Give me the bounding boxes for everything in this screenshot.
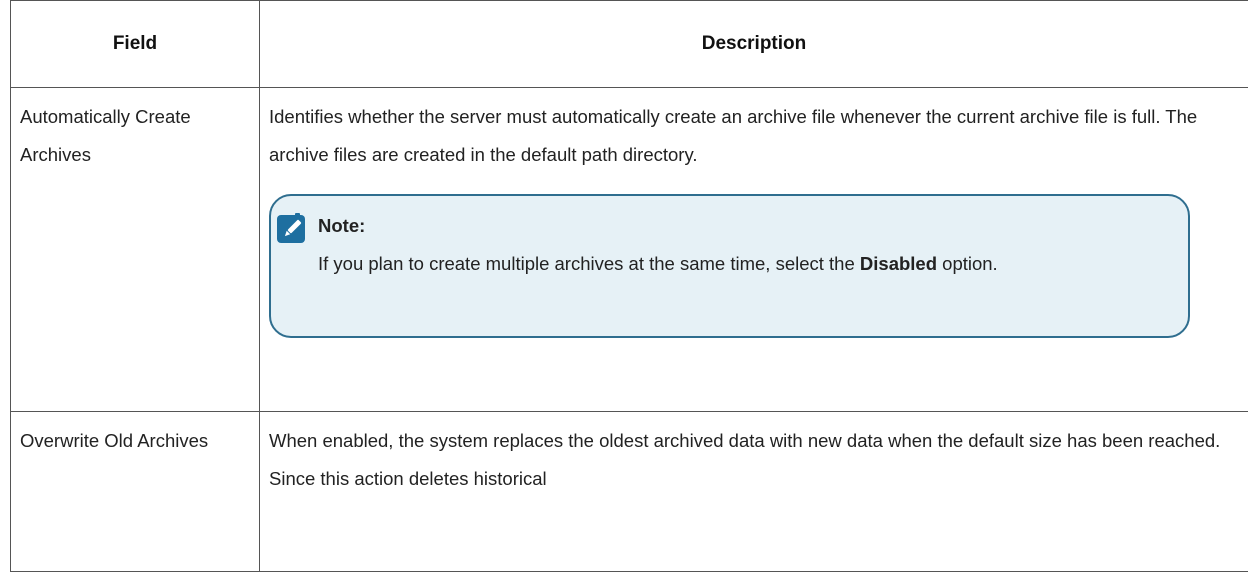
header-description: Description	[260, 1, 1248, 88]
pencil-note-icon	[277, 213, 307, 243]
description-cell: Identifies whether the server must autom…	[260, 88, 1248, 412]
note-bold-option: Disabled	[860, 253, 937, 274]
note-text-tail: option.	[937, 253, 998, 274]
note-callout: Note: If you plan to create multiple arc…	[269, 194, 1190, 338]
description-text: When enabled, the system replaces the ol…	[269, 422, 1242, 498]
fields-table: Field Description Automatically Create A…	[10, 0, 1248, 572]
table-row: Automatically Create Archives Identifies…	[11, 88, 1248, 412]
field-name-cell: Automatically Create Archives	[11, 88, 260, 412]
description-cell: When enabled, the system replaces the ol…	[260, 412, 1248, 572]
table-header-row: Field Description	[11, 1, 1248, 88]
table-row: Overwrite Old Archives When enabled, the…	[11, 412, 1248, 572]
note-title: Note:	[318, 207, 365, 245]
description-text: Identifies whether the server must autom…	[269, 98, 1242, 174]
note-text: If you plan to create multiple archives …	[318, 253, 855, 274]
field-name-cell: Overwrite Old Archives	[11, 412, 260, 572]
header-field: Field	[11, 1, 260, 88]
note-body: If you plan to create multiple archives …	[318, 245, 1178, 283]
